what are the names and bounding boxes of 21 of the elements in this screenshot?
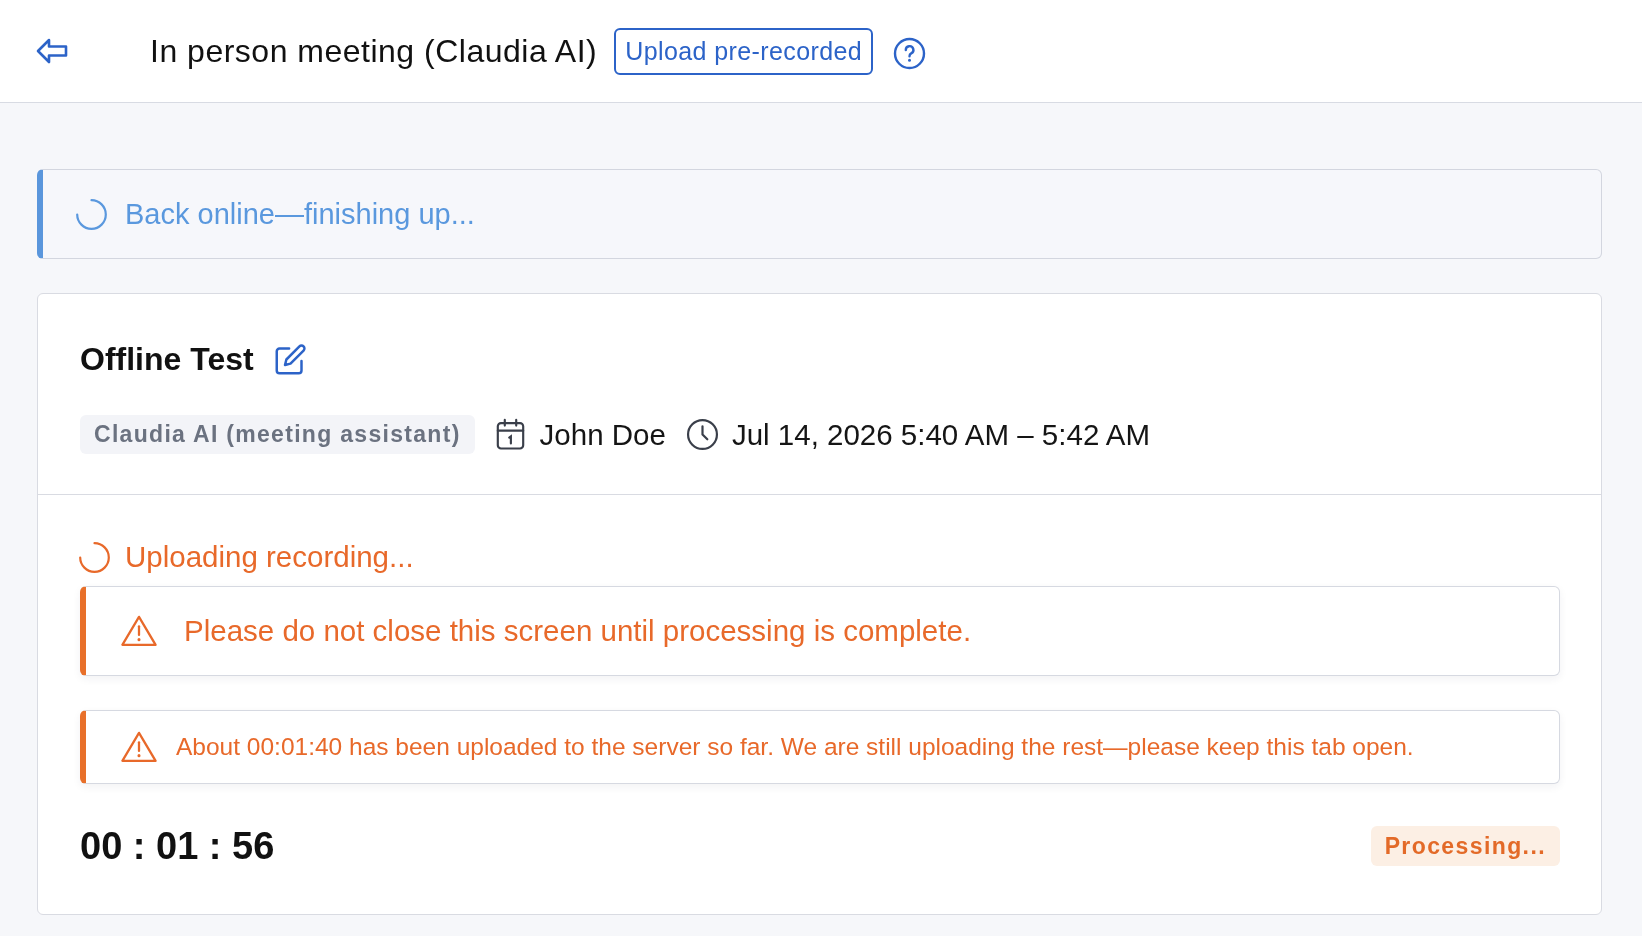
banner-text: Back online—finishing up... [125,197,475,231]
clock-icon [685,418,719,451]
recording-timer: 00 : 01 : 56 [80,824,275,868]
processing-status: Processing... [1370,826,1560,866]
calendar-icon [494,418,526,451]
alert-text: Please do not close this screen until processing is complete. [184,614,972,648]
back-arrow-icon [35,37,69,65]
edit-icon[interactable] [273,342,307,376]
spinner-icon [75,197,108,231]
warning-icon [120,613,158,649]
upload-pre-recorded-button[interactable]: Upload pre-recorded [614,27,874,75]
warning-icon [120,729,158,765]
assistant-tag: Claudia AI (meeting assistant) [80,415,475,454]
help-icon[interactable] [893,36,927,70]
alert-text: About 00:01:40 has been uploaded to the server so far. We are still uploading the rest—please keep this tab open. [176,733,1414,761]
spinner-icon [78,540,111,574]
upload-status: Uploading recording... [125,540,414,574]
meeting-time: Jul 14, 2026 5:40 AM – 5:42 AM [731,417,1151,452]
organizer-name: John Doe [539,417,666,452]
meeting-title: Offline Test [80,340,254,378]
page-title: In person meeting (Claudia AI) [150,32,598,70]
